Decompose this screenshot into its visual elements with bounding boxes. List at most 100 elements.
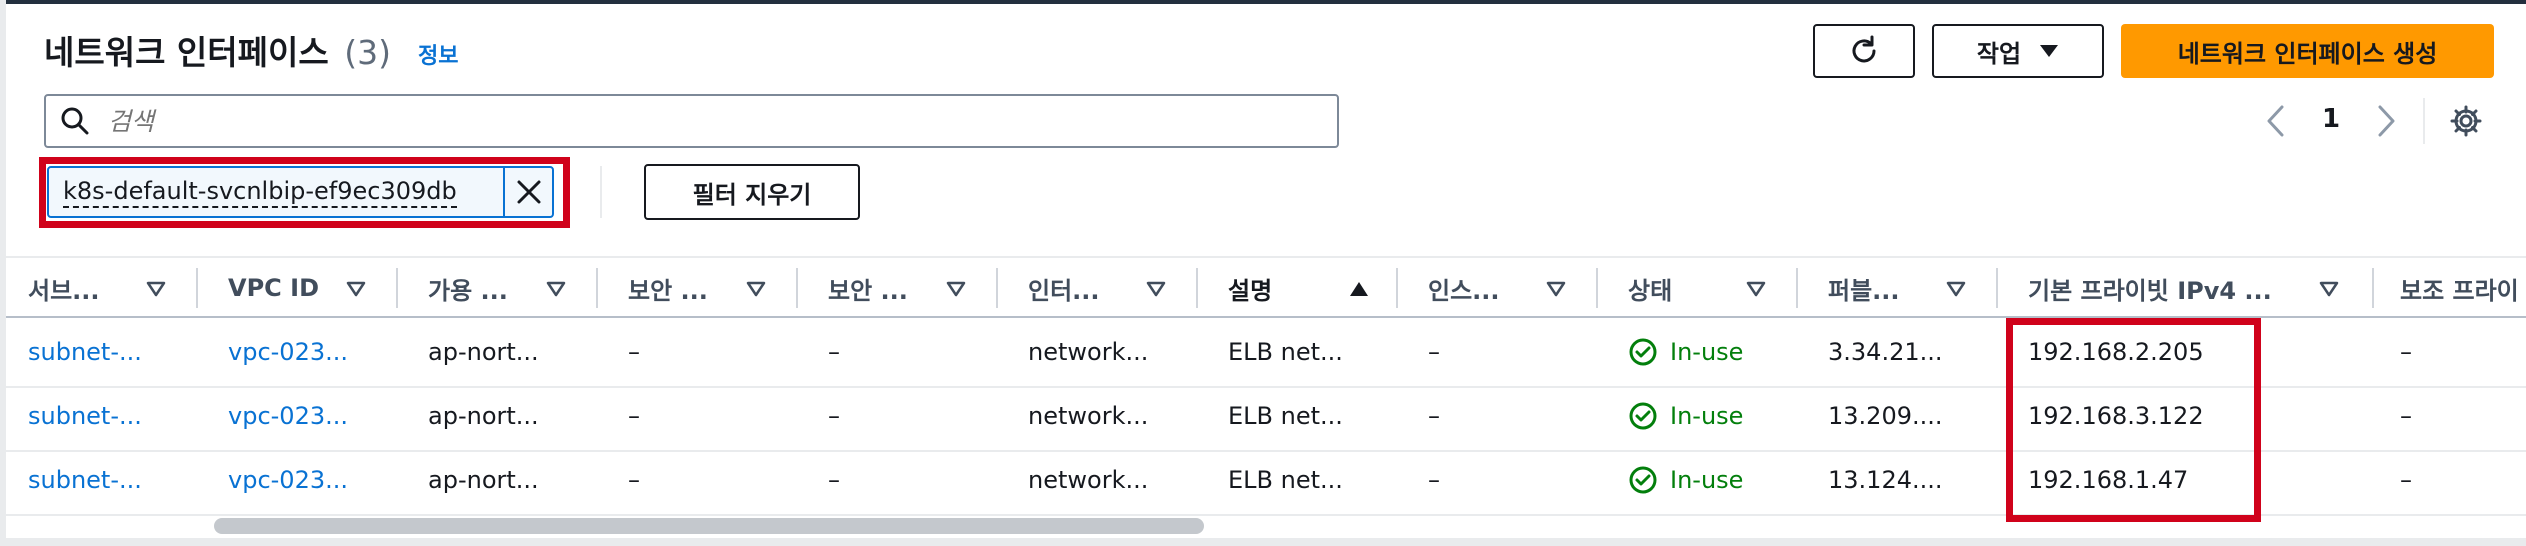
chevron-right-icon[interactable] <box>2374 104 2398 138</box>
check-circle-icon <box>1629 402 1657 430</box>
close-icon <box>517 180 540 204</box>
filter-triangle-icon[interactable] <box>2318 280 2340 298</box>
search-input[interactable] <box>108 106 1258 136</box>
filter-divider <box>600 166 602 218</box>
subnet-id-cell[interactable]: subnet-... <box>28 396 142 436</box>
public-ip-cell: 3.34.21... <box>1828 338 1943 366</box>
subnet-id-cell[interactable]: subnet-... <box>28 460 142 500</box>
column-divider[interactable] <box>396 268 398 308</box>
column-divider[interactable] <box>2372 268 2374 308</box>
column-header[interactable]: 가용 ... <box>428 262 508 314</box>
security-group-name-cell: – <box>828 338 840 366</box>
column-header[interactable]: 인터... <box>1028 262 1100 314</box>
column-header[interactable]: 상태 <box>1628 262 1672 314</box>
remove-filter-button[interactable] <box>503 168 552 216</box>
filter-token-label[interactable]: k8s-default-svcnlbip-ef9ec309db <box>49 168 503 216</box>
column-divider[interactable] <box>196 268 198 308</box>
caret-down-icon <box>2040 45 2059 57</box>
title-count: (3) <box>344 33 391 72</box>
status-cell: In-use <box>1628 460 1743 500</box>
column-divider[interactable] <box>1196 268 1198 308</box>
filter-triangle-icon[interactable] <box>945 280 967 298</box>
sort-ascending-icon[interactable] <box>1348 280 1370 298</box>
status-label: In-use <box>1670 338 1744 366</box>
table-top-border <box>6 256 2526 258</box>
filter-triangle-icon[interactable] <box>745 280 767 298</box>
security-group-cell: – <box>628 466 640 494</box>
availability-zone-cell: ap-nort... <box>428 338 539 366</box>
top-border <box>0 0 2526 4</box>
column-header[interactable]: VPC ID <box>228 262 319 314</box>
column-divider[interactable] <box>1796 268 1798 308</box>
vpc-id-cell[interactable]: vpc-023... <box>228 332 348 372</box>
filter-triangle-icon[interactable] <box>145 280 167 298</box>
clear-filters-button[interactable]: 필터 지우기 <box>644 164 860 220</box>
interface-type-cell: network... <box>1028 402 1149 430</box>
vpc-id-cell[interactable]: vpc-023... <box>228 396 348 436</box>
bottom-border <box>0 538 2526 546</box>
availability-zone-cell: ap-nort... <box>428 466 539 494</box>
filter-triangle-icon[interactable] <box>1745 280 1767 298</box>
filter-triangle-icon[interactable] <box>345 280 367 298</box>
actions-label: 작업 <box>1976 39 2022 68</box>
description-cell: ELB net... <box>1228 402 1343 430</box>
column-header[interactable]: 퍼블... <box>1828 262 1900 314</box>
availability-zone-cell: ap-nort... <box>428 402 539 430</box>
security-group-name-cell: – <box>828 402 840 430</box>
column-header[interactable]: 인스... <box>1428 262 1500 314</box>
create-network-interface-button[interactable]: 네트워크 인터페이스 생성 <box>2121 24 2494 78</box>
title-text: 네트워크 인터페이스 <box>44 33 329 72</box>
column-header[interactable]: 보안 ... <box>828 262 908 314</box>
column-header[interactable]: 기본 프라이빗 IPv4 ... <box>2028 262 2272 314</box>
column-header[interactable]: 보안 ... <box>628 262 708 314</box>
security-group-cell: – <box>628 402 640 430</box>
column-divider[interactable] <box>1396 268 1398 308</box>
refresh-icon <box>1852 35 1876 63</box>
subnet-id-cell[interactable]: subnet-... <box>28 332 142 372</box>
column-divider[interactable] <box>1996 268 1998 308</box>
filter-triangle-icon[interactable] <box>1945 280 1967 298</box>
column-divider[interactable] <box>796 268 798 308</box>
interface-type-cell: network... <box>1028 466 1149 494</box>
filter-triangle-icon[interactable] <box>1545 280 1567 298</box>
search-icon <box>61 107 89 135</box>
instance-id-cell: – <box>1428 338 1440 366</box>
interface-type-cell: network... <box>1028 338 1149 366</box>
description-cell: ELB net... <box>1228 338 1343 366</box>
status-cell: In-use <box>1628 332 1743 372</box>
instance-id-cell: – <box>1428 466 1440 494</box>
instance-id-cell: – <box>1428 402 1440 430</box>
info-link[interactable]: 정보 <box>418 38 458 70</box>
status-label: In-use <box>1670 466 1744 494</box>
secondary-ip-cell: – <box>2400 466 2412 494</box>
column-divider[interactable] <box>596 268 598 308</box>
status-label: In-use <box>1670 402 1744 430</box>
status-cell: In-use <box>1628 396 1743 436</box>
public-ip-cell: 13.124.... <box>1828 466 1943 494</box>
column-header[interactable]: 서브... <box>28 262 100 314</box>
refresh-button[interactable] <box>1813 24 1915 78</box>
column-divider[interactable] <box>996 268 998 308</box>
check-circle-icon <box>1629 466 1657 494</box>
filter-triangle-icon[interactable] <box>545 280 567 298</box>
chevron-left-icon[interactable] <box>2264 104 2288 138</box>
public-ip-cell: 13.209.... <box>1828 402 1943 430</box>
vpc-id-cell[interactable]: vpc-023... <box>228 460 348 500</box>
check-circle-icon <box>1629 338 1657 366</box>
column-divider[interactable] <box>1596 268 1598 308</box>
pagination-divider <box>2423 98 2425 144</box>
column-header[interactable]: 설명 <box>1228 262 1272 314</box>
secondary-ip-cell: – <box>2400 402 2412 430</box>
secondary-ip-cell: – <box>2400 338 2412 366</box>
column-header[interactable]: 보조 프라이 <box>2400 262 2519 314</box>
gear-icon[interactable] <box>2449 104 2483 138</box>
horizontal-scrollbar[interactable] <box>214 518 1204 534</box>
filter-triangle-icon[interactable] <box>1145 280 1167 298</box>
search-box[interactable] <box>44 94 1339 148</box>
security-group-cell: – <box>628 338 640 366</box>
page-number[interactable]: 1 <box>2322 104 2340 134</box>
security-group-name-cell: – <box>828 466 840 494</box>
private-ip-highlight <box>2006 318 2261 522</box>
actions-dropdown-button[interactable]: 작업 <box>1932 24 2104 78</box>
left-border <box>0 0 6 546</box>
